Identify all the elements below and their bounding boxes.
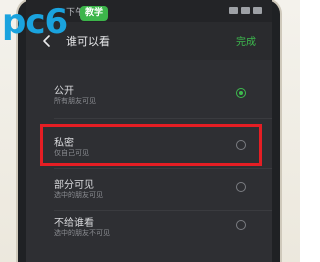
watermark-logo: pc6 教学 bbox=[2, 2, 112, 48]
option-label: 不给谁看 bbox=[54, 218, 94, 229]
signal-icon bbox=[229, 7, 238, 14]
option-public[interactable]: 公开 所有朋友可见 bbox=[26, 74, 272, 116]
divider bbox=[54, 118, 272, 119]
radio-unchecked-icon[interactable] bbox=[236, 220, 246, 230]
wifi-icon bbox=[241, 7, 250, 14]
watermark-brand: pc6 bbox=[2, 2, 68, 42]
option-private[interactable]: 私密 仅自己可见 bbox=[26, 126, 272, 168]
watermark-badge: 教学 bbox=[80, 6, 108, 21]
radio-checked-icon[interactable] bbox=[236, 88, 246, 98]
option-exclude[interactable]: 不给谁看 选中的朋友不可见 bbox=[26, 206, 272, 248]
radio-unchecked-icon[interactable] bbox=[236, 182, 246, 192]
option-label: 部分可见 bbox=[54, 180, 94, 191]
status-icons bbox=[229, 7, 262, 14]
option-label: 私密 bbox=[54, 138, 74, 149]
option-description: 仅自己可见 bbox=[54, 149, 89, 157]
visibility-options-list: 公开 所有朋友可见 私密 仅自己可见 部分可见 选中的朋友可见 不给谁看 选中的… bbox=[26, 60, 272, 262]
battery-icon bbox=[253, 7, 262, 14]
option-description: 选中的朋友可见 bbox=[54, 191, 103, 199]
option-description: 所有朋友可见 bbox=[54, 97, 96, 105]
brand-text: pc6 bbox=[2, 2, 68, 42]
radio-unchecked-icon[interactable] bbox=[236, 140, 246, 150]
done-button[interactable]: 完成 bbox=[236, 33, 256, 48]
option-label: 公开 bbox=[54, 86, 74, 97]
option-partial[interactable]: 部分可见 选中的朋友可见 bbox=[26, 168, 272, 210]
option-description: 选中的朋友不可见 bbox=[54, 229, 110, 237]
